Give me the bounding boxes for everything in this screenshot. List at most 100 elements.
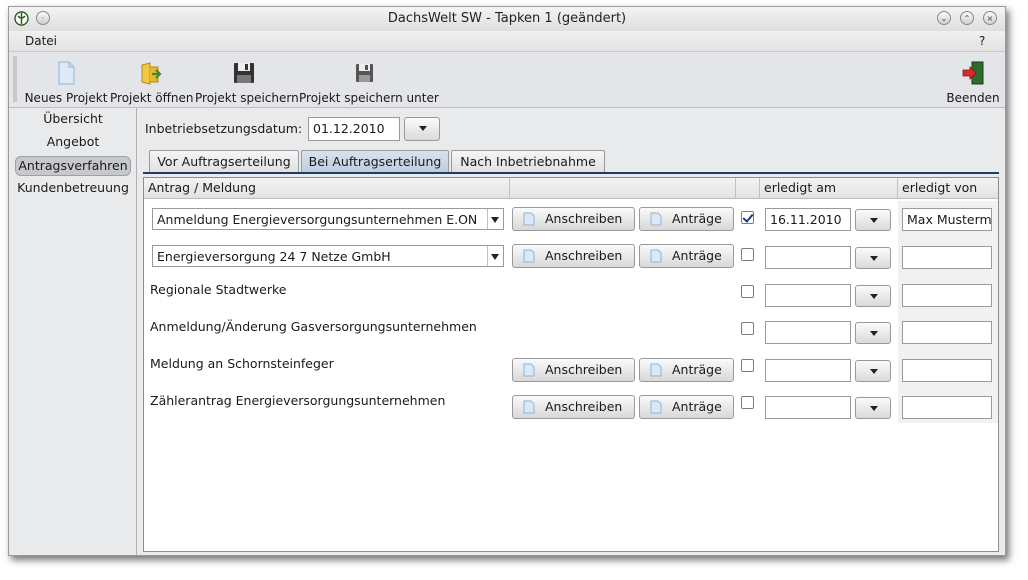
table-row: Anmeldung Energieversorgungsunternehmen …: [144, 201, 998, 238]
col-request[interactable]: Antrag / Meldung: [144, 178, 510, 198]
close-button[interactable]: ×: [983, 11, 997, 25]
date-picker-button[interactable]: [855, 397, 891, 419]
save-project-button[interactable]: Projekt speichern: [195, 56, 299, 105]
new-project-label: Neues Projekt: [24, 91, 108, 105]
done-on-field[interactable]: [765, 321, 851, 344]
document-icon: [650, 363, 662, 377]
col-done-on[interactable]: erledigt am: [760, 178, 898, 198]
done-on-field[interactable]: [765, 284, 851, 307]
open-folder-icon: [141, 62, 162, 85]
document-icon: [523, 212, 535, 226]
done-checkbox[interactable]: [741, 396, 754, 409]
save-project-as-button[interactable]: Projekt speichern unter: [299, 56, 439, 105]
forms-button[interactable]: Anträge: [639, 358, 734, 382]
request-label: Zählerantrag Energieversorgungsunternehm…: [150, 393, 446, 408]
table-row: Zählerantrag Energieversorgungsunternehm…: [144, 386, 998, 423]
sidebar-item-offer[interactable]: Angebot: [15, 133, 131, 151]
letter-button[interactable]: Anschreiben: [512, 244, 635, 268]
done-by-field[interactable]: [902, 284, 992, 307]
tab-after-commissioning[interactable]: Nach Inbetriebnahme: [451, 150, 605, 172]
menu-bar: Datei ?: [9, 31, 1005, 52]
sidebar-item-customer-care[interactable]: Kundenbetreuung: [15, 179, 131, 197]
tab-underline: [143, 172, 999, 174]
date-picker-button[interactable]: [855, 360, 891, 382]
sidebar-item-application[interactable]: Antragsverfahren: [15, 156, 131, 176]
letter-button[interactable]: Anschreiben: [512, 358, 635, 382]
tab-before-order[interactable]: Vor Auftragserteilung: [149, 150, 299, 172]
document-icon: [523, 363, 535, 377]
letter-button[interactable]: Anschreiben: [512, 395, 635, 419]
letter-button[interactable]: Anschreiben: [512, 207, 635, 231]
done-on-field[interactable]: [765, 396, 851, 419]
done-on-field[interactable]: [765, 246, 851, 269]
request-select[interactable]: Energieversorgung 24 7 Netze GmbH: [152, 245, 504, 267]
quit-label: Beenden: [946, 91, 1000, 105]
commissioning-date-label: Inbetriebsetzungsdatum:: [145, 121, 303, 136]
sidebar-item-overview[interactable]: Übersicht: [15, 110, 131, 128]
open-project-label: Projekt öffnen: [110, 91, 194, 105]
sidebar: Übersicht Angebot Antragsverfahren Kunde…: [9, 108, 137, 555]
date-picker-button[interactable]: [855, 247, 891, 269]
main-content: Inbetriebsetzungsdatum: 01.12.2010 Vor A…: [139, 108, 1001, 552]
done-by-field[interactable]: Max Musterm: [902, 208, 992, 231]
save-project-as-label: Projekt speichern unter: [299, 91, 439, 105]
minimize-button[interactable]: ⌄: [937, 11, 951, 25]
table-header: Antrag / Meldung erledigt am erledigt vo…: [144, 178, 998, 199]
done-by-field[interactable]: [902, 321, 992, 344]
col-check[interactable]: [736, 178, 760, 198]
letter-button-label: Anschreiben: [545, 248, 623, 263]
tab-on-order[interactable]: Bei Auftragserteilung: [301, 150, 449, 172]
done-on-field[interactable]: [765, 359, 851, 382]
done-by-field[interactable]: [902, 246, 992, 269]
col-actions[interactable]: [510, 178, 736, 198]
table-row: Anmeldung/Änderung Gasversorgungsunterne…: [144, 312, 998, 349]
open-project-button[interactable]: Projekt öffnen: [110, 56, 194, 105]
request-table: Antrag / Meldung erledigt am erledigt vo…: [143, 177, 999, 552]
date-picker-button[interactable]: [855, 209, 891, 231]
app-window: · DachsWelt SW - Tapken 1 (geändert) ⌄ ⌃…: [8, 6, 1006, 556]
commissioning-date-field[interactable]: 01.12.2010: [308, 117, 400, 141]
menu-help[interactable]: ?: [979, 34, 985, 48]
date-picker-button[interactable]: [404, 117, 440, 141]
save-project-label: Projekt speichern: [195, 91, 299, 105]
save-as-disk-icon: [356, 64, 373, 82]
new-document-icon: [58, 61, 75, 85]
letter-button-label: Anschreiben: [545, 362, 623, 377]
menu-file[interactable]: Datei: [25, 34, 57, 48]
done-checkbox[interactable]: [741, 285, 754, 298]
done-checkbox[interactable]: [741, 322, 754, 335]
document-icon: [650, 400, 662, 414]
forms-button-label: Anträge: [672, 211, 722, 226]
new-project-button[interactable]: Neues Projekt: [23, 56, 109, 105]
table-row: Energieversorgung 24 7 Netze GmbH Anschr…: [144, 238, 998, 275]
done-by-field[interactable]: [902, 396, 992, 419]
document-icon: [650, 212, 662, 226]
forms-button[interactable]: Anträge: [639, 244, 734, 268]
quit-button[interactable]: Beenden: [945, 56, 1001, 105]
table-row: Regionale Stadtwerke: [144, 275, 998, 312]
document-icon: [523, 400, 535, 414]
forms-button-label: Anträge: [672, 399, 722, 414]
date-picker-button[interactable]: [855, 285, 891, 307]
request-label: Anmeldung/Änderung Gasversorgungsunterne…: [150, 319, 477, 334]
table-row: Meldung an Schornsteinfeger Anschreiben …: [144, 349, 998, 386]
maximize-button[interactable]: ⌃: [960, 11, 974, 25]
forms-button-label: Anträge: [672, 362, 722, 377]
document-icon: [650, 249, 662, 263]
forms-button[interactable]: Anträge: [639, 395, 734, 419]
done-checkbox[interactable]: [741, 211, 754, 224]
exit-door-icon: [962, 61, 984, 85]
done-checkbox[interactable]: [741, 359, 754, 372]
save-disk-icon: [234, 63, 254, 83]
window-title: DachsWelt SW - Tapken 1 (geändert): [387, 11, 627, 26]
col-done-by[interactable]: erledigt von: [898, 178, 998, 198]
letter-button-label: Anschreiben: [545, 211, 623, 226]
done-by-field[interactable]: [902, 359, 992, 382]
toolbar: Neues Projekt Projekt öffnen Projekt spe…: [9, 52, 1005, 108]
forms-button[interactable]: Anträge: [639, 207, 734, 231]
date-picker-button[interactable]: [855, 322, 891, 344]
request-select[interactable]: Anmeldung Energieversorgungsunternehmen …: [152, 208, 504, 230]
done-checkbox[interactable]: [741, 248, 754, 261]
toolbar-grip[interactable]: [13, 56, 17, 102]
done-on-field[interactable]: 16.11.2010: [765, 208, 851, 231]
